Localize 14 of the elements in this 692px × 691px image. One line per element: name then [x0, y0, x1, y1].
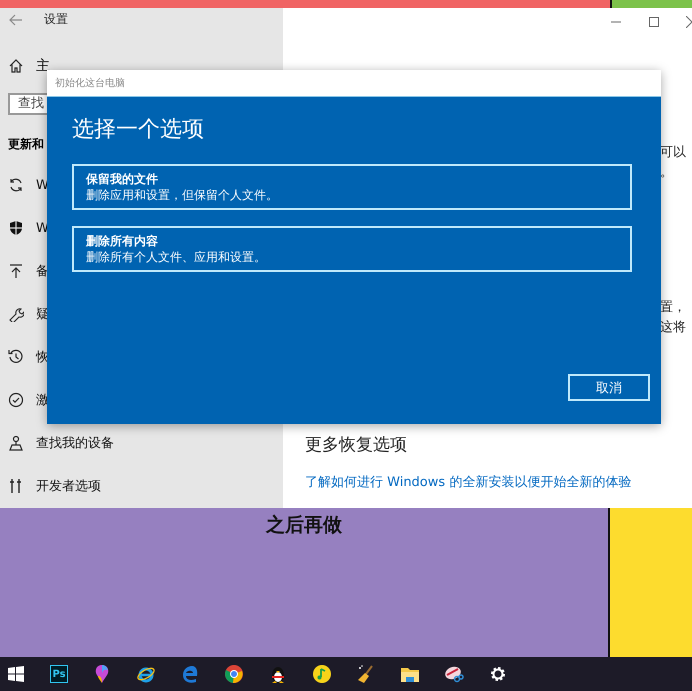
option-title: 删除所有内容	[86, 233, 159, 249]
note-text: 之后再做	[266, 513, 342, 536]
body-text: 置，	[660, 299, 686, 317]
window-title: 设置	[44, 11, 68, 28]
body-text: 。	[660, 164, 673, 182]
dialog-title: 初始化这台电脑	[47, 70, 661, 97]
section-heading: 更多恢复选项	[305, 435, 408, 455]
dialog-heading: 选择一个选项	[72, 116, 205, 144]
body-text: 可以	[660, 144, 686, 162]
body-text: 这将	[660, 319, 686, 337]
option-description: 删除所有个人文件、应用和设置。	[86, 249, 267, 265]
option-title: 保留我的文件	[86, 171, 159, 187]
option-description: 删除应用和设置，但保留个人文件。	[86, 187, 279, 203]
section-heading: 更新和	[8, 136, 45, 153]
